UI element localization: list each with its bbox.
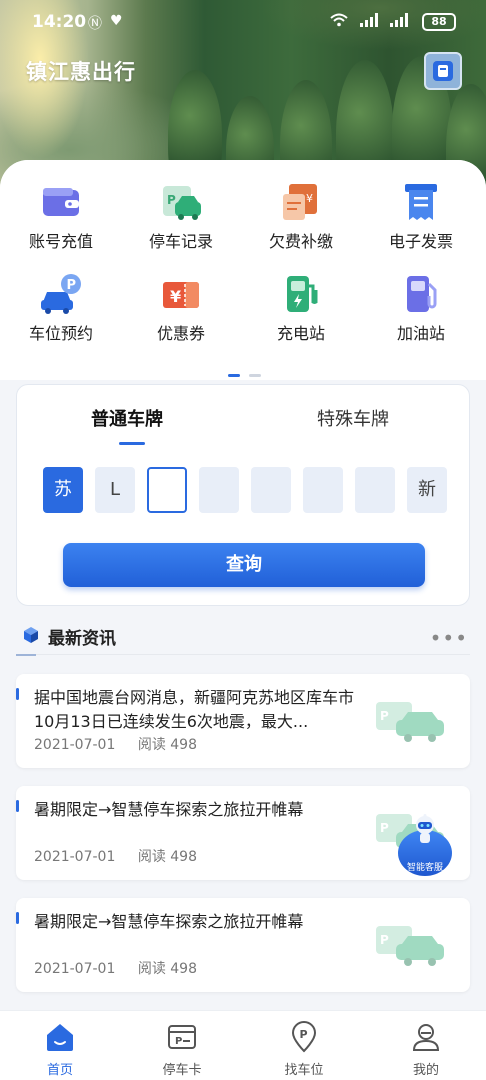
menu-label: 加油站 [396, 324, 445, 343]
news-meta: 2021-07-01 阅读 498 [34, 846, 215, 866]
home-icon [44, 1021, 76, 1053]
nav-label: 我的 [412, 1063, 439, 1078]
news-reads: 阅读 498 [137, 961, 197, 977]
bottom-nav: 首页 P 停车卡 P 找车位 我的 [0, 1010, 486, 1080]
notification-icon: ♥ [110, 13, 123, 29]
more-icon[interactable]: ••• [430, 626, 468, 650]
plate-char-field[interactable] [147, 467, 187, 513]
svg-text:P: P [175, 1036, 182, 1047]
news-date: 2021-07-01 [34, 737, 116, 753]
plate-letter-field[interactable]: L [95, 467, 135, 513]
page-dot [249, 374, 262, 377]
customer-service-label: 智能客服 [406, 863, 443, 873]
news-headline: 暑期限定→智慧停车探索之旅拉开帷幕 [34, 800, 304, 819]
news-header: 最新资讯 ••• [22, 622, 470, 652]
cube-icon [22, 626, 40, 648]
plate-search-card: 普通车牌 特殊车牌 苏 L 新 查询 [16, 384, 470, 606]
menu-item-coupon[interactable]: ¥ 优惠券 [126, 272, 236, 344]
query-button[interactable]: 查询 [63, 543, 425, 587]
plate-new-energy-field[interactable]: 新 [407, 467, 447, 513]
nav-label: 找车位 [284, 1063, 324, 1078]
signal-icon [360, 13, 382, 31]
svg-text:¥: ¥ [170, 287, 181, 306]
customer-service-button[interactable]: 智能客服 [398, 814, 452, 876]
battery-indicator: 88 [422, 13, 456, 31]
nav-label: 停车卡 [162, 1063, 202, 1078]
menu-label: 账号充值 [28, 232, 93, 251]
tab-underline [119, 442, 145, 445]
divider-accent [16, 654, 36, 656]
svg-text:P: P [167, 193, 176, 207]
plate-char-field[interactable] [303, 467, 343, 513]
svg-text:P: P [380, 709, 389, 723]
plate-char-field[interactable] [199, 467, 239, 513]
svg-text:P: P [380, 933, 389, 947]
nav-home[interactable]: 首页 [20, 1021, 100, 1078]
page-indicator [228, 362, 265, 381]
user-icon [410, 1021, 442, 1053]
city-emblem-icon[interactable] [424, 52, 462, 90]
menu-label: 欠费补缴 [268, 232, 333, 251]
news-date: 2021-07-01 [34, 849, 116, 865]
menu-item-e-invoice[interactable]: 电子发票 [366, 180, 476, 252]
news-reads: 阅读 498 [137, 849, 197, 865]
svg-text:P: P [67, 278, 77, 293]
main-content: 账号充值 P 停车记录 ¥ 欠费补缴 电子发票 P 车位预约 ¥ 优惠券 充电站… [0, 160, 486, 1020]
news-meta: 2021-07-01 阅读 498 [34, 958, 215, 978]
parking-thumbnail-icon: P [376, 922, 446, 968]
status-bar: 14:20 Ⓝ ♥ 88 [0, 0, 486, 44]
signal-icon [390, 13, 412, 31]
news-headline: 据中国地震台网消息，新疆阿克苏地区库车市10月13日已连续发生6次地震，最大..… [34, 688, 355, 731]
parking-card-icon: P [166, 1021, 198, 1053]
app-title: 镇江惠出行 [26, 60, 136, 84]
divider [16, 654, 470, 655]
menu-label: 充电站 [276, 324, 325, 343]
news-section-title: 最新资讯 [48, 629, 116, 649]
nav-parking-card[interactable]: P 停车卡 [142, 1021, 222, 1078]
svg-text:¥: ¥ [306, 192, 313, 205]
plate-province-field[interactable]: 苏 [43, 467, 83, 513]
location-pin-icon: P [288, 1021, 320, 1053]
parking-thumbnail-icon: P [376, 698, 446, 744]
svg-text:P: P [380, 821, 389, 835]
news-headline: 暑期限定→智慧停车探索之旅拉开帷幕 [34, 912, 304, 931]
menu-item-gas-station[interactable]: 加油站 [366, 272, 476, 344]
svg-text:P: P [300, 1028, 308, 1041]
menu-label: 电子发票 [388, 232, 453, 251]
news-meta: 2021-07-01 阅读 498 [34, 734, 215, 754]
menu-label: 优惠券 [156, 324, 205, 343]
menu-item-space-reservation[interactable]: P 车位预约 [6, 272, 116, 344]
menu-item-charging-station[interactable]: 充电站 [246, 272, 356, 344]
coupon-icon: ¥ [159, 272, 203, 316]
plate-char-field[interactable] [355, 467, 395, 513]
gas-station-icon [399, 272, 443, 316]
tab-special-plate[interactable]: 特殊车牌 [317, 405, 389, 431]
nfc-icon: Ⓝ [88, 16, 102, 32]
tab-regular-plate[interactable]: 普通车牌 [91, 405, 163, 431]
page-dot-active [228, 374, 240, 377]
news-reads: 阅读 498 [137, 737, 197, 753]
function-menu: 账号充值 P 停车记录 ¥ 欠费补缴 电子发票 P 车位预约 ¥ 优惠券 充电站… [0, 160, 486, 380]
news-card[interactable]: 暑期限定→智慧停车探索之旅拉开帷幕 2021-07-01 阅读 498 P [16, 898, 470, 992]
charging-station-icon [279, 272, 323, 316]
nav-find-parking[interactable]: P 找车位 [264, 1021, 344, 1078]
status-time: 14:20 [32, 12, 87, 32]
e-invoice-icon [399, 180, 443, 224]
plate-char-field[interactable] [251, 467, 291, 513]
menu-item-arrears-payment[interactable]: ¥ 欠费补缴 [246, 180, 356, 252]
space-reservation-icon: P [39, 272, 83, 316]
wallet-icon [39, 180, 83, 224]
news-card[interactable]: 据中国地震台网消息，新疆阿克苏地区库车市10月13日已连续发生6次地震，最大..… [16, 674, 470, 768]
menu-label: 停车记录 [148, 232, 213, 251]
nav-mine[interactable]: 我的 [386, 1021, 466, 1078]
wifi-icon [330, 13, 348, 31]
menu-item-parking-record[interactable]: P 停车记录 [126, 180, 236, 252]
menu-item-account-recharge[interactable]: 账号充值 [6, 180, 116, 252]
parking-record-icon: P [159, 180, 203, 224]
nav-label: 首页 [46, 1063, 73, 1078]
menu-label: 车位预约 [28, 324, 93, 343]
arrears-payment-icon: ¥ [279, 180, 323, 224]
robot-icon [412, 814, 438, 844]
news-date: 2021-07-01 [34, 961, 116, 977]
